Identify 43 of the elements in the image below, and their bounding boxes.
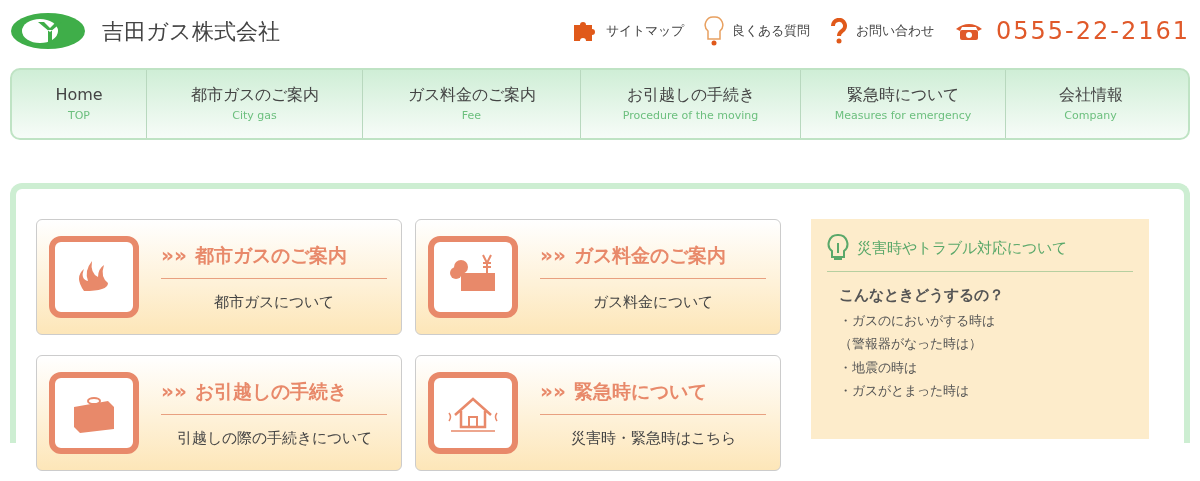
box-icon (49, 372, 139, 454)
house-icon (428, 372, 518, 454)
info-title: 災害時やトラブル対応について (857, 237, 1067, 259)
card-title: お引越しの手続き (194, 379, 347, 404)
card-text: ガス料金について (592, 291, 714, 313)
nav-item[interactable]: ガス料金のご案内 Fee (362, 70, 580, 138)
info-line: （警報器がなった時は） (839, 335, 983, 353)
nav-item[interactable]: Home TOP (12, 70, 146, 138)
flame-icon (49, 236, 139, 318)
logo-icon (10, 10, 86, 52)
card-text: 引越しの際の手続きについて (175, 427, 373, 449)
chevrons-icon: »» (161, 381, 187, 402)
card-title: 都市ガスのご案内 (194, 243, 347, 268)
bulb-icon (827, 233, 849, 263)
chevrons-icon: »» (540, 381, 566, 402)
card-text: 災害時・緊急時はこちら (569, 427, 737, 449)
card-title: ガス料金のご案内 (573, 243, 726, 268)
info-line: ・ガスがとまった時は (839, 382, 970, 400)
chevrons-icon: »» (161, 245, 187, 266)
card-text: 都市ガスについて (213, 291, 335, 313)
nav-item[interactable]: お引越しの手続き Procedure of the moving (580, 70, 800, 138)
header-link[interactable]: お問い合わせ (856, 21, 934, 41)
info-heading: こんなときどうするの？ (839, 285, 1005, 306)
card-title: 緊急時について (573, 379, 707, 404)
header-link[interactable]: 良くある質問 (732, 21, 810, 41)
company-name: 吉田ガス株式会社 (102, 17, 280, 46)
coins-wallet-icon (428, 236, 518, 318)
phone-number: 0555-22-2161 (996, 16, 1190, 47)
nav-item[interactable]: 都市ガスのご案内 City gas (146, 70, 362, 138)
header-link[interactable]: サイトマップ (606, 21, 684, 41)
info-line: ・ガスのにおいがする時は (839, 311, 996, 330)
phone-icon (954, 21, 984, 41)
menu-card[interactable]: »» 緊急時について 災害時・緊急時はこちら (415, 355, 781, 471)
chevrons-icon: »» (540, 245, 566, 266)
info-line: ・地震の時は (839, 358, 918, 377)
menu-card[interactable]: »» ガス料金のご案内 ガス料金について (415, 219, 781, 335)
menu-card[interactable]: »» お引越しの手続き 引越しの際の手続きについて (36, 355, 402, 471)
nav-item[interactable]: 緊急時について Measures for emergency (800, 70, 1005, 138)
question-icon (830, 18, 848, 44)
menu-card[interactable]: »» 都市ガスのご案内 都市ガスについて (36, 219, 402, 335)
puzzle-icon (572, 19, 598, 43)
nav-item[interactable]: 会社情報 Company (1005, 70, 1175, 138)
bulb-icon (704, 15, 724, 47)
